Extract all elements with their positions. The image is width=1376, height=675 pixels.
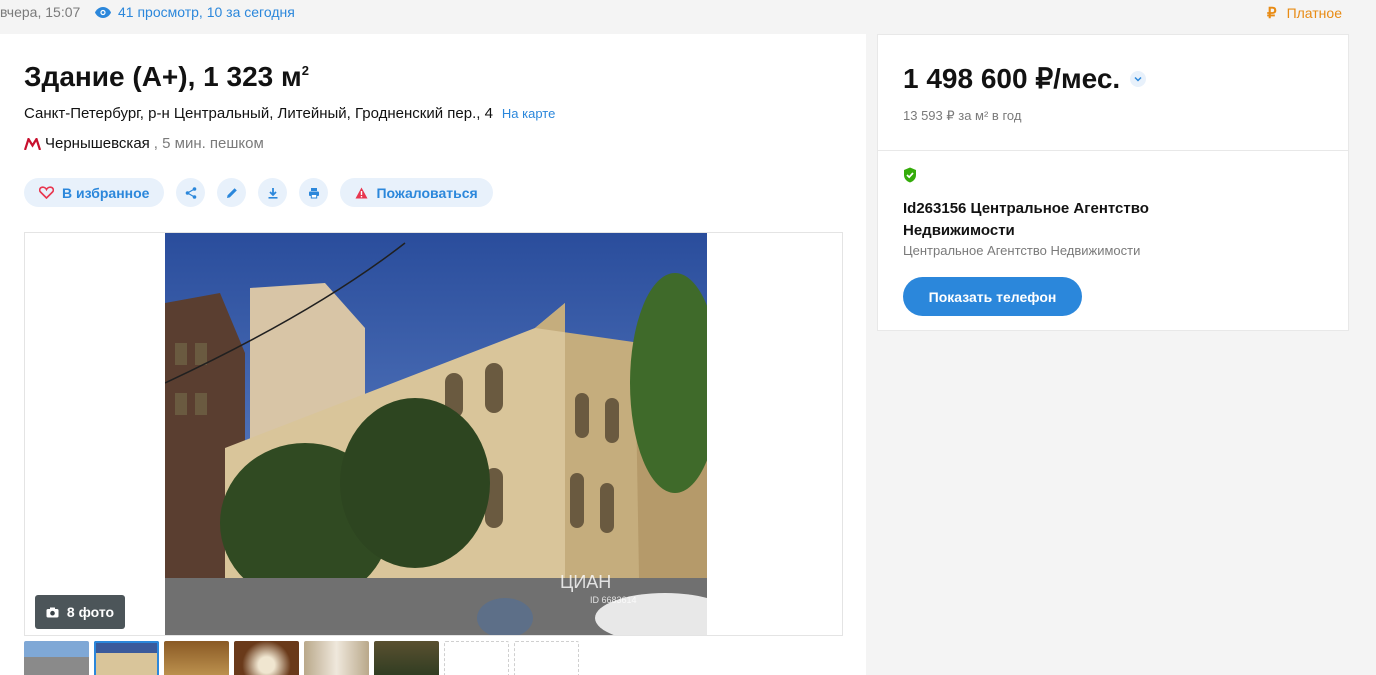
ruble-icon: ₽ bbox=[1267, 5, 1277, 22]
download-icon bbox=[268, 187, 278, 199]
metro-icon bbox=[24, 137, 41, 150]
agent-name[interactable]: Id263156 Центральное Агентство Недвижимо… bbox=[903, 198, 1203, 242]
thumbnail-5[interactable] bbox=[304, 641, 369, 675]
shield-check-icon bbox=[904, 167, 916, 183]
metro-station[interactable]: Чернышевская bbox=[45, 135, 150, 152]
share-button[interactable] bbox=[176, 178, 206, 207]
print-icon bbox=[308, 187, 319, 198]
building-photo: ЦИАН ID 6683614 bbox=[165, 233, 707, 635]
views-text: 41 просмотр, 10 за сегодня bbox=[118, 4, 295, 20]
price-card: 1 498 600 ₽/мес. 13 593 ₽ за м² в год Id… bbox=[877, 34, 1349, 331]
main-photo[interactable]: ЦИАН ID 6683614 bbox=[165, 233, 707, 635]
map-link[interactable]: На карте bbox=[502, 106, 555, 121]
divider bbox=[878, 150, 1348, 151]
warning-icon bbox=[355, 187, 368, 198]
favorite-button[interactable]: В избранное bbox=[24, 178, 165, 207]
views-counter[interactable]: 41 просмотр, 10 за сегодня bbox=[95, 4, 295, 20]
verified-badge bbox=[903, 167, 917, 188]
metro-info: Чернышевская, 5 мин. пешком bbox=[24, 135, 264, 152]
thumbnail-4[interactable] bbox=[234, 641, 299, 675]
thumbnail-8[interactable] bbox=[514, 641, 579, 675]
paid-badge: ₽ Платное bbox=[1267, 4, 1342, 22]
download-button[interactable] bbox=[258, 178, 288, 207]
thumbnail-2[interactable] bbox=[94, 641, 159, 675]
paid-label: Платное bbox=[1286, 5, 1342, 21]
watermark-id: ID 6683614 bbox=[590, 595, 637, 605]
agent-agency: Центральное Агентство Недвижимости bbox=[903, 243, 1141, 258]
photo-gallery[interactable]: ЦИАН ID 6683614 8 фото bbox=[24, 232, 843, 636]
thumbnail-3[interactable] bbox=[164, 641, 229, 675]
thumbnail-6[interactable] bbox=[374, 641, 439, 675]
share-icon bbox=[185, 186, 197, 199]
thumbnail-1[interactable] bbox=[24, 641, 89, 675]
camera-icon bbox=[46, 607, 59, 617]
publish-date: вчера, 15:07 bbox=[0, 4, 81, 20]
pencil-icon bbox=[226, 187, 237, 198]
favorite-label: В избранное bbox=[62, 184, 150, 201]
watermark-text: ЦИАН bbox=[560, 572, 611, 592]
complain-label: Пожаловаться bbox=[376, 184, 478, 201]
heart-icon bbox=[39, 186, 54, 199]
thumbnail-7[interactable] bbox=[444, 641, 509, 675]
print-button[interactable] bbox=[299, 178, 329, 207]
thumbnail-strip bbox=[24, 641, 579, 675]
price-per-meter: 13 593 ₽ за м² в год bbox=[903, 108, 1022, 123]
metro-walk-time: , 5 мин. пешком bbox=[153, 135, 264, 152]
chevron-down-icon bbox=[1134, 76, 1142, 82]
listing-title: Здание (А+), 1 323 м2 bbox=[24, 61, 309, 92]
photo-count-badge[interactable]: 8 фото bbox=[35, 595, 125, 629]
price: 1 498 600 ₽/мес. bbox=[903, 62, 1147, 95]
price-dropdown[interactable] bbox=[1130, 70, 1147, 87]
edit-button[interactable] bbox=[217, 178, 247, 207]
action-bar: В избранное Пожаловаться bbox=[24, 178, 493, 207]
show-phone-button[interactable]: Показать телефон bbox=[903, 277, 1082, 316]
complain-button[interactable]: Пожаловаться bbox=[340, 178, 493, 207]
eye-icon bbox=[95, 6, 111, 18]
top-bar: вчера, 15:07 41 просмотр, 10 за сегодня … bbox=[0, 0, 1376, 26]
address: Санкт-Петербург, р-н Центральный, Литейн… bbox=[24, 105, 555, 122]
listing-card: Здание (А+), 1 323 м2 Санкт-Петербург, р… bbox=[0, 34, 866, 675]
photo-count-label: 8 фото bbox=[66, 604, 115, 620]
address-text: Санкт-Петербург, р-н Центральный, Литейн… bbox=[24, 105, 493, 122]
price-value: 1 498 600 ₽/мес. bbox=[903, 63, 1121, 94]
